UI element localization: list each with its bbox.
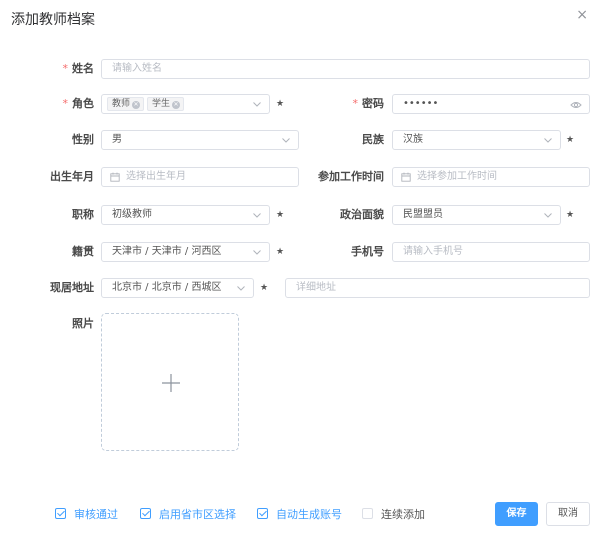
address-detail-input[interactable]: 详细地址 [285, 278, 590, 298]
password-input[interactable]: •••••• [392, 94, 590, 114]
tag-close-icon[interactable]: ✕ [132, 101, 141, 109]
calendar-icon [401, 172, 411, 182]
role-select[interactable]: 教师 ✕ 学生 ✕ [101, 94, 270, 114]
phone-label: 手机号 [351, 245, 384, 258]
title-select[interactable]: 初级教师 [101, 205, 270, 225]
star-icon: ★ [566, 135, 575, 145]
star-icon: ★ [276, 247, 285, 257]
gender-select[interactable]: 男 [101, 130, 299, 150]
required-mark: * [62, 97, 69, 110]
cancel-button[interactable]: 取消 [546, 502, 590, 526]
star-icon: ★ [276, 99, 285, 109]
required-mark: * [62, 62, 69, 75]
calendar-icon [110, 172, 120, 182]
political-select[interactable]: 民盟盟员 [392, 205, 561, 225]
photo-upload-area[interactable] [101, 313, 239, 451]
checkbox-checked-icon [257, 508, 268, 519]
star-icon: ★ [260, 283, 269, 293]
checkbox-checked-icon [140, 508, 151, 519]
birth-date-picker[interactable]: 选择出生年月 [101, 167, 299, 187]
chevron-down-icon [252, 210, 262, 220]
role-label: * 角色 [62, 97, 95, 110]
native-place-label: 籍贯 [72, 245, 94, 258]
role-tag: 学生 ✕ [147, 97, 185, 111]
address-cascader[interactable]: 北京市 / 北京市 / 西城区 [101, 278, 254, 298]
chevron-down-icon [281, 135, 291, 145]
eye-icon[interactable] [570, 100, 582, 110]
title-label: 职称 [72, 208, 94, 221]
chevron-down-icon [236, 283, 246, 293]
star-icon: ★ [566, 210, 575, 220]
approve-checkbox[interactable]: 审核通过 [55, 508, 118, 522]
dialog-title: 添加教师档案 [11, 12, 95, 28]
continuous-add-checkbox[interactable]: 连续添加 [362, 508, 425, 522]
name-input[interactable]: 请输入姓名 [101, 59, 590, 79]
native-place-cascader[interactable]: 天津市 / 天津市 / 河西区 [101, 242, 270, 262]
work-start-date-picker[interactable]: 选择参加工作时间 [392, 167, 590, 187]
star-icon: ★ [276, 210, 285, 220]
enable-region-checkbox[interactable]: 启用省市区选择 [140, 508, 236, 522]
chevron-down-icon [543, 135, 553, 145]
plus-icon [161, 373, 181, 393]
work-start-label: 参加工作时间 [318, 170, 384, 183]
password-label: * 密码 [352, 97, 385, 110]
photo-label: 照片 [72, 317, 94, 330]
gender-label: 性别 [72, 133, 94, 146]
close-icon[interactable]: × [576, 7, 588, 23]
tag-close-icon[interactable]: ✕ [172, 101, 181, 109]
role-tag: 教师 ✕ [107, 97, 145, 111]
add-teacher-dialog: 添加教师档案 × * 姓名 请输入姓名 * 角色 教师 ✕ 学生 ✕ ★ * 密码 ••••… [0, 0, 600, 534]
name-label: * 姓名 [62, 62, 95, 75]
address-label: 现居地址 [50, 281, 94, 294]
chevron-down-icon [543, 210, 553, 220]
ethnicity-select[interactable]: 汉族 [392, 130, 561, 150]
required-mark: * [352, 97, 359, 110]
checkbox-checked-icon [55, 508, 66, 519]
chevron-down-icon [252, 99, 262, 109]
checkbox-unchecked-icon [362, 508, 373, 519]
ethnicity-label: 民族 [362, 133, 384, 146]
save-button[interactable]: 保存 [495, 502, 538, 526]
auto-account-checkbox[interactable]: 自动生成账号 [257, 508, 342, 522]
political-label: 政治面貌 [340, 208, 384, 221]
phone-input[interactable]: 请输入手机号 [392, 242, 590, 262]
birth-label: 出生年月 [50, 170, 94, 183]
chevron-down-icon [252, 247, 262, 257]
